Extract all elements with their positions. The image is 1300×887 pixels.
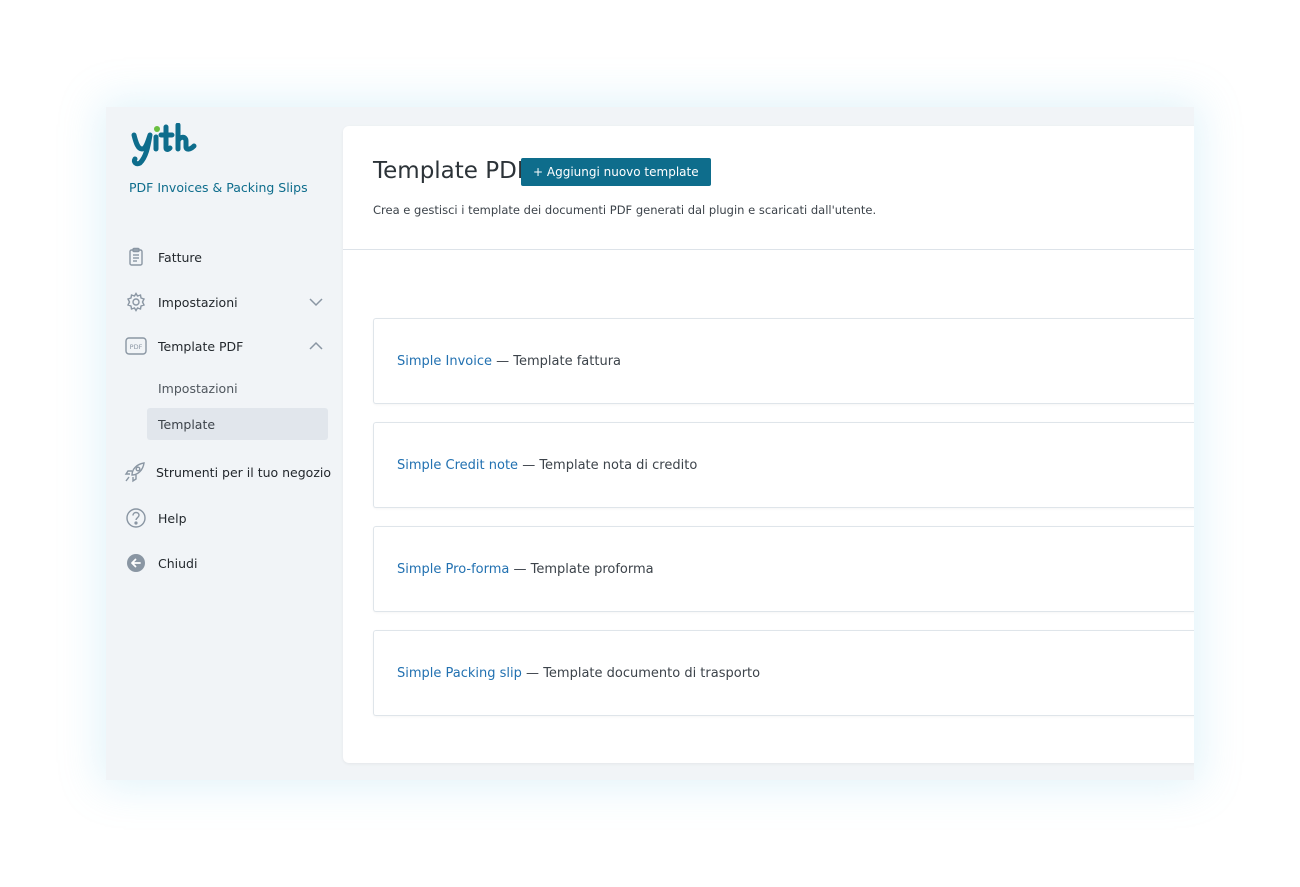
- template-description: Template fattura: [513, 353, 622, 369]
- template-card: Simple Credit note — Template nota di cr…: [373, 422, 1194, 508]
- main-panel: Template PDF + Aggiungi nuovo template C…: [343, 126, 1194, 763]
- sidebar-item-fatture[interactable]: Fatture: [124, 244, 324, 270]
- template-link[interactable]: Simple Invoice: [397, 354, 492, 369]
- template-separator: —: [526, 665, 540, 681]
- sidebar-subitem-template[interactable]: Template: [147, 408, 328, 440]
- template-card: Simple Pro-forma — Template proforma: [373, 526, 1194, 612]
- yith-logo: [128, 123, 202, 169]
- sidebar-item-impostazioni[interactable]: Impostazioni: [124, 289, 324, 315]
- sidebar-item-label: Impostazioni: [158, 294, 238, 310]
- sidebar-item-strumenti[interactable]: Strumenti per il tuo negozio: [124, 459, 331, 485]
- sidebar-item-chiudi[interactable]: Chiudi: [124, 550, 324, 576]
- clipboard-icon: [124, 245, 148, 269]
- template-description: Template documento di trasporto: [543, 665, 761, 681]
- sidebar-item-label: Fatture: [158, 249, 202, 265]
- sidebar-item-label: Chiudi: [158, 555, 198, 571]
- template-card: Simple Invoice — Template fattura: [373, 318, 1194, 404]
- pdf-icon: PDF: [124, 334, 148, 358]
- sidebar-item-label: Template PDF: [158, 338, 244, 354]
- rocket-icon: [124, 460, 146, 484]
- template-link[interactable]: Simple Packing slip: [397, 666, 522, 681]
- gear-icon: [124, 290, 148, 314]
- page-description: Crea e gestisci i template dei documenti…: [373, 203, 877, 217]
- template-link[interactable]: Simple Pro-forma: [397, 562, 509, 577]
- arrow-left-circle-icon: [124, 551, 148, 575]
- sidebar-subitem-label: Impostazioni: [158, 380, 238, 396]
- help-icon: [124, 506, 148, 530]
- template-link[interactable]: Simple Credit note: [397, 458, 518, 473]
- chevron-down-icon[interactable]: [308, 294, 324, 310]
- sidebar: PDF Invoices & Packing Slips Fatture Imp…: [106, 107, 342, 780]
- template-separator: —: [496, 353, 510, 369]
- template-separator: —: [513, 561, 527, 577]
- sidebar-item-help[interactable]: Help: [124, 505, 324, 531]
- template-description: Template nota di credito: [539, 457, 698, 473]
- plugin-name: PDF Invoices & Packing Slips: [129, 180, 308, 195]
- sidebar-subitem-label: Template: [158, 416, 216, 432]
- sidebar-subitem-impostazioni[interactable]: Impostazioni: [147, 372, 328, 404]
- sidebar-item-label: Help: [158, 510, 187, 526]
- chevron-up-icon[interactable]: [308, 338, 324, 354]
- add-template-button[interactable]: + Aggiungi nuovo template: [521, 158, 711, 186]
- sidebar-item-label: Strumenti per il tuo negozio: [156, 464, 332, 480]
- page-header: Template PDF + Aggiungi nuovo template C…: [343, 126, 1194, 250]
- page-title: Template PDF: [373, 158, 531, 184]
- app-window: PDF Invoices & Packing Slips Fatture Imp…: [106, 107, 1194, 780]
- sidebar-item-template-pdf[interactable]: PDF Template PDF: [124, 333, 324, 359]
- svg-text:PDF: PDF: [130, 343, 143, 351]
- template-description: Template proforma: [530, 561, 654, 577]
- template-card: Simple Packing slip — Template documento…: [373, 630, 1194, 716]
- template-separator: —: [522, 457, 536, 473]
